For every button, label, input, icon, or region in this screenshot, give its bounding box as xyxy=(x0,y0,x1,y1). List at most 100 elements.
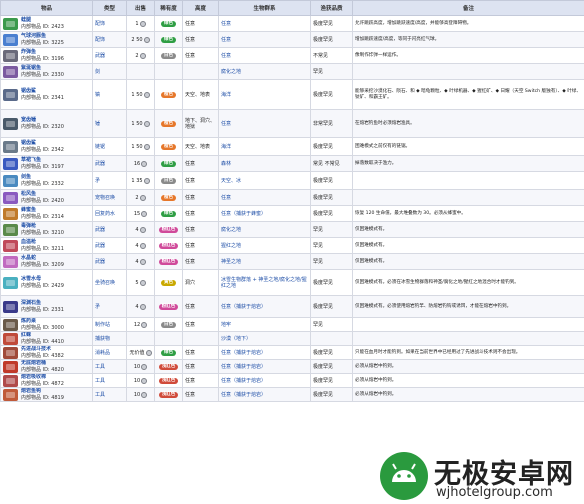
header-height[interactable]: 高度 xyxy=(182,0,219,16)
type-link[interactable]: 武器 xyxy=(95,227,105,233)
item-id: 内部物品 ID: 2330 xyxy=(21,71,64,78)
biome-link[interactable]: 猩红之地 xyxy=(221,243,241,249)
biome-link[interactable]: 腐化之地 xyxy=(221,69,241,75)
notes-cell: 像制作炸弹一样运作。 xyxy=(352,47,584,64)
item-cell: 红蝾 内部物品 ID: 4410 xyxy=(0,331,93,346)
table-row: 锯齿鲨 内部物品 ID: 2341 镐 1 50 橙色 天空、地表 海洋 极度罕见 能够采挖沙漠… xyxy=(0,79,584,110)
type-cell: 矛 xyxy=(92,171,127,190)
rarity-cell: 绿色 xyxy=(154,155,183,172)
biome-link[interactable]: 森林 xyxy=(221,161,231,167)
type-link[interactable]: 链锯 xyxy=(95,144,105,150)
type-link[interactable]: 工具 xyxy=(95,378,105,384)
item-cell: 先进战斗技术 内部物品 ID: 4382 xyxy=(0,345,93,360)
biome-link[interactable]: 任意（捕获于熔岩） xyxy=(221,350,266,356)
sell-value: 16 xyxy=(133,160,141,167)
type-link[interactable]: 剑 xyxy=(95,69,100,75)
biome-link[interactable]: 沙漠（地下） xyxy=(221,336,251,342)
type-cell: 宠物召唤 xyxy=(92,189,127,206)
sell-cell xyxy=(126,63,155,80)
type-link[interactable]: 坐骑召唤 xyxy=(95,280,115,286)
biome-cell: 任意（捕获于熔岩） xyxy=(218,373,311,388)
item-cell: 剑鱼 内部物品 ID: 2332 xyxy=(0,171,93,190)
type-link[interactable]: 配饰 xyxy=(95,37,105,43)
type-link[interactable]: 武器 xyxy=(95,161,105,167)
biome-link[interactable]: 任意 xyxy=(221,37,231,43)
biome-link[interactable]: 任意 xyxy=(221,121,231,127)
biome-link[interactable]: 任意 xyxy=(221,195,231,201)
notes-cell xyxy=(352,331,584,346)
notes-cell: 仅困难模式有。 xyxy=(352,253,584,270)
header-notes[interactable]: 备注 xyxy=(352,0,584,16)
item-icon xyxy=(3,157,18,170)
type-link[interactable]: 武器 xyxy=(95,243,105,249)
biome-link[interactable]: 任意（捕获于熔岩） xyxy=(221,378,266,384)
type-link[interactable]: 消耗品 xyxy=(95,350,110,356)
rarity-cell: 白色 xyxy=(154,317,183,332)
biome-cell: 地牢 xyxy=(218,317,311,332)
item-icon xyxy=(3,332,18,345)
item-cell: 蛙腿 内部物品 ID: 2423 xyxy=(0,15,93,32)
sell-cell: 16 xyxy=(126,155,155,172)
type-link[interactable]: 捕获物 xyxy=(95,336,110,342)
rarity-badge: 白色 xyxy=(161,53,176,59)
table-row: 紫涎锯鱼 内部物品 ID: 2330 剑 腐化之地 罕见 xyxy=(0,63,584,80)
biome-link[interactable]: 腐化之地 xyxy=(221,227,241,233)
header-quest[interactable]: 渔获品质 xyxy=(310,0,353,16)
biome-link[interactable]: 海洋 xyxy=(221,92,231,98)
biome-link[interactable]: 任意 xyxy=(221,53,231,59)
biome-link[interactable]: 任意 xyxy=(221,21,231,27)
type-link[interactable]: 配饰 xyxy=(95,21,105,27)
quest-cell: 罕见 xyxy=(310,253,353,270)
sell-cell: 4 xyxy=(126,237,155,254)
type-link[interactable]: 矛 xyxy=(95,304,100,310)
rarity-cell xyxy=(154,63,183,80)
item-cell: 气球河豚鱼 内部物品 ID: 3225 xyxy=(0,31,93,48)
rarity-cell xyxy=(154,331,183,346)
biome-link[interactable]: 任意（捕获于熔岩） xyxy=(221,364,266,370)
biome-cell: 沙漠（地下） xyxy=(218,331,311,346)
type-link[interactable]: 工具 xyxy=(95,364,105,370)
notes-cell xyxy=(352,63,584,80)
biome-link[interactable]: 天空、冰 xyxy=(221,178,241,184)
height-cell: 任意 xyxy=(182,189,219,206)
table-row: 熔岩吸收棉 内部物品 ID: 4872 工具 10 浅红色 任意 任意（捕获于熔岩） 极度罕见… xyxy=(0,373,584,388)
type-link[interactable]: 锤 xyxy=(95,121,100,127)
rarity-cell: 粉红色 xyxy=(154,221,183,238)
biome-link[interactable]: 海洋 xyxy=(221,144,231,150)
biome-link[interactable]: 地牢 xyxy=(221,322,231,328)
rarity-cell: 白色 xyxy=(154,171,183,190)
header-item[interactable]: 物品 xyxy=(0,0,93,16)
rarity-cell: 绿色 xyxy=(154,205,183,222)
coin-icon xyxy=(143,120,150,127)
biome-link[interactable]: 神圣之地 xyxy=(221,259,241,265)
rarity-cell: 橙色 xyxy=(154,79,183,110)
biome-cell: 任意 xyxy=(218,47,311,64)
item-id: 内部物品 ID: 4382 xyxy=(21,352,64,359)
header-biome[interactable]: 生物群系 xyxy=(218,0,311,16)
type-link[interactable]: 宠物召唤 xyxy=(95,195,115,201)
item-icon xyxy=(3,140,18,153)
biome-link[interactable]: 冰雪生物群落 + 神圣之地/腐化之地/猩红之地 xyxy=(221,277,307,289)
type-link[interactable]: 武器 xyxy=(95,259,105,265)
biome-link[interactable]: 任意（捕获于熔岩） xyxy=(221,392,266,398)
type-link[interactable]: 制作站 xyxy=(95,322,110,328)
biome-cell: 任意（捕获于熔岩） xyxy=(218,387,311,402)
height-cell xyxy=(182,63,219,80)
type-link[interactable]: 工具 xyxy=(95,392,105,398)
item-id: 内部物品 ID: 2314 xyxy=(21,213,64,220)
header-rarity[interactable]: 稀有度 xyxy=(154,0,183,16)
type-link[interactable]: 矛 xyxy=(95,178,100,184)
notes-cell xyxy=(352,171,584,190)
rarity-cell: 橙色 xyxy=(154,137,183,156)
type-link[interactable]: 镐 xyxy=(95,92,100,98)
header-type[interactable]: 类型 xyxy=(92,0,127,16)
type-link[interactable]: 武器 xyxy=(95,53,105,59)
type-link[interactable]: 回复药水 xyxy=(95,211,115,217)
header-sell[interactable]: 出售 xyxy=(126,0,155,16)
sell-value: 1 50 xyxy=(131,120,143,127)
table-row: 蛙腿 内部物品 ID: 2423 配饰 1 绿色 任意 任意 极度罕见 允许跳跃高度，增加跳跃速… xyxy=(0,15,584,32)
rarity-badge: 白色 xyxy=(161,178,176,184)
biome-link[interactable]: 任意（捕获于蜂蜜） xyxy=(221,211,266,217)
biome-link[interactable]: 任意（捕获于熔岩） xyxy=(221,304,266,310)
table-row: 血溢枪 内部物品 ID: 3211 武器 4 粉红色 任意 猩红之地 罕见 仅困难模式有。 xyxy=(0,237,584,254)
